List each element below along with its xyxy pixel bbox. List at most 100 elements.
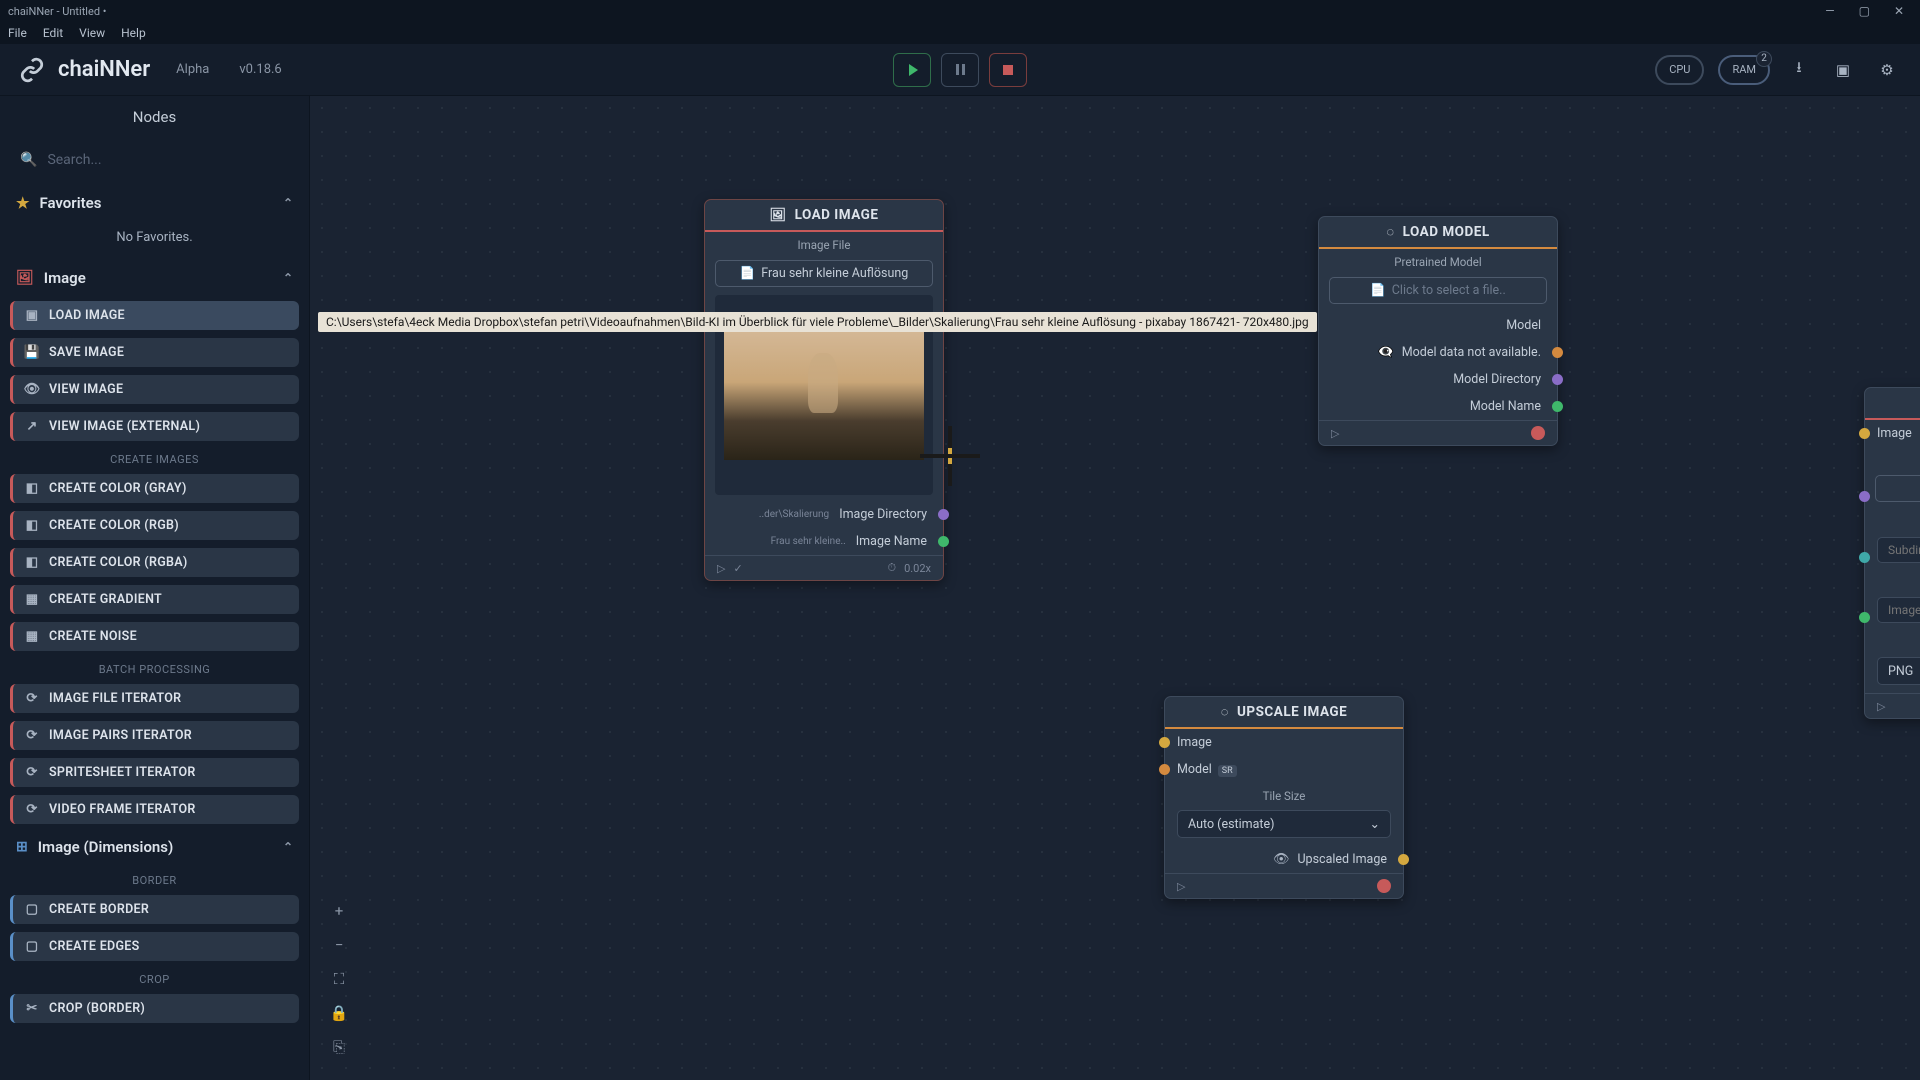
- no-favorites-label: No Favorites.: [8, 222, 301, 259]
- extension-select[interactable]: PNG⌄: [1877, 657, 1920, 685]
- menu-view[interactable]: View: [79, 26, 105, 40]
- search-input[interactable]: [47, 152, 289, 168]
- camera-icon[interactable]: ▣: [1828, 55, 1858, 85]
- output-port[interactable]: [1552, 401, 1563, 412]
- output-port[interactable]: [1398, 854, 1409, 865]
- image-icon: 🖼: [16, 270, 34, 286]
- input-port[interactable]: [1859, 612, 1870, 623]
- menubar: File Edit View Help: [0, 22, 1920, 44]
- section-image[interactable]: 🖼 Image ⌃: [8, 259, 301, 297]
- sidebar-item-create-border[interactable]: ▢CREATE BORDER: [10, 895, 299, 924]
- input-port[interactable]: [1859, 491, 1870, 502]
- model-select-button[interactable]: 📄Click to select a file..: [1329, 277, 1547, 304]
- sidebar-item-view-image[interactable]: 👁VIEW IMAGE: [10, 375, 299, 404]
- zoom-out-button[interactable]: −: [326, 932, 352, 958]
- sidebar-item-spritesheet-iterator[interactable]: ⟳SPRITESHEET ITERATOR: [10, 758, 299, 787]
- visibility-icon[interactable]: 👁: [1273, 852, 1290, 867]
- image-icon: 🖼: [770, 208, 787, 223]
- tab-nodes[interactable]: Nodes: [8, 96, 301, 136]
- dimensions-icon: ⊞: [16, 839, 28, 855]
- node-upscale-image[interactable]: ◌UPSCALE IMAGE Image ModelSR Tile Size A…: [1164, 696, 1404, 899]
- pause-button[interactable]: [941, 53, 979, 87]
- node-load-model[interactable]: ◌LOAD MODEL Pretrained Model 📄Click to s…: [1318, 216, 1558, 446]
- ram-usage-pill: RAM2: [1718, 55, 1770, 85]
- settings-icon[interactable]: ⚙: [1872, 55, 1902, 85]
- node-run-icon[interactable]: ▷: [1331, 427, 1339, 440]
- version-label: v0.18.6: [239, 62, 281, 77]
- subsection-border: BORDER: [8, 866, 301, 891]
- input-port[interactable]: [1159, 764, 1170, 775]
- node-load-image[interactable]: 🖼LOAD IMAGE Image File 📄Frau sehr kleine…: [704, 199, 944, 581]
- maximize-button[interactable]: ▢: [1859, 4, 1870, 18]
- fit-view-button[interactable]: ⛶: [326, 966, 352, 992]
- node-run-icon[interactable]: ▷: [1177, 880, 1185, 893]
- subsection-batch: BATCH PROCESSING: [8, 655, 301, 680]
- image-name-input[interactable]: [1877, 597, 1920, 623]
- release-tag: Alpha: [176, 62, 209, 77]
- titlebar: chaiNNer - Untitled • — ▢ ✕: [0, 0, 1920, 22]
- sidebar-item-create-edges[interactable]: ▢CREATE EDGES: [10, 932, 299, 961]
- subdir-input[interactable]: [1877, 537, 1920, 563]
- section-favorites[interactable]: ★ Favorites ⌃: [8, 184, 301, 222]
- menu-edit[interactable]: Edit: [43, 26, 63, 40]
- sidebar-item-create-gradient[interactable]: ▦CREATE GRADIENT: [10, 585, 299, 614]
- menu-file[interactable]: File: [8, 26, 27, 40]
- search-icon: 🔍: [20, 152, 37, 168]
- window-title: chaiNNer - Untitled •: [8, 5, 1825, 18]
- download-icon[interactable]: ⭳: [1784, 55, 1814, 85]
- sidebar-item-crop-border[interactable]: ✂CROP (BORDER): [10, 994, 299, 1023]
- sidebar-item-create-noise[interactable]: ▦CREATE NOISE: [10, 622, 299, 651]
- section-dimensions[interactable]: ⊞ Image (Dimensions) ⌃: [8, 828, 301, 866]
- export-button[interactable]: ⎘: [326, 1034, 352, 1060]
- chevron-up-icon: ⌃: [283, 196, 293, 210]
- output-port[interactable]: [1552, 374, 1563, 385]
- output-port[interactable]: [1552, 347, 1563, 358]
- lock-button[interactable]: 🔒: [326, 1000, 352, 1026]
- node-save-image[interactable]: 💾SAVE IMAGE Image Base Directory 📁Click …: [1864, 387, 1920, 719]
- visibility-off-icon[interactable]: 👁‍🗨: [1378, 345, 1394, 360]
- canvas-controls: + − ⛶ 🔒 ⎘: [326, 898, 352, 1060]
- sidebar: Nodes 🔍 ★ Favorites ⌃ No Favorites. 🖼 Im…: [0, 96, 310, 1080]
- search-box[interactable]: 🔍: [8, 144, 301, 176]
- app-name: chaiNNer: [58, 57, 150, 82]
- sidebar-item-view-image-external[interactable]: ↗VIEW IMAGE (EXTERNAL): [10, 412, 299, 441]
- canvas[interactable]: C:\Users\stefa\4eck Media Dropbox\stefan…: [310, 96, 1920, 1080]
- chevron-up-icon: ⌃: [283, 840, 293, 854]
- subsection-crop: CROP: [8, 965, 301, 990]
- subsection-create-images: CREATE IMAGES: [8, 445, 301, 470]
- zoom-in-button[interactable]: +: [326, 898, 352, 924]
- warning-badge: [1531, 426, 1545, 440]
- sidebar-item-pairs-iterator[interactable]: ⟳IMAGE PAIRS ITERATOR: [10, 721, 299, 750]
- toolbar: chaiNNer Alpha v0.18.6 CPU RAM2 ⭳ ▣ ⚙: [0, 44, 1920, 96]
- sidebar-item-create-rgb[interactable]: ◧CREATE COLOR (RGB): [10, 511, 299, 540]
- node-run-icon[interactable]: ▷: [717, 562, 725, 575]
- input-port[interactable]: [1859, 428, 1870, 439]
- sidebar-item-create-gray[interactable]: ◧CREATE COLOR (GRAY): [10, 474, 299, 503]
- sidebar-item-create-rgba[interactable]: ◧CREATE COLOR (RGBA): [10, 548, 299, 577]
- input-port[interactable]: [1159, 737, 1170, 748]
- loading-icon: ◌: [1386, 224, 1394, 240]
- loading-icon: ◌: [1221, 704, 1229, 720]
- input-port[interactable]: [1859, 552, 1870, 563]
- cpu-usage-pill: CPU: [1655, 55, 1704, 85]
- sidebar-item-load-image[interactable]: ▣LOAD IMAGE: [10, 301, 299, 330]
- output-port[interactable]: [938, 536, 949, 547]
- close-button[interactable]: ✕: [1894, 4, 1904, 18]
- sidebar-item-video-iterator[interactable]: ⟳VIDEO FRAME ITERATOR: [10, 795, 299, 824]
- base-dir-button[interactable]: 📁Click to select...: [1875, 475, 1920, 502]
- sidebar-item-save-image[interactable]: 💾SAVE IMAGE: [10, 338, 299, 367]
- chevron-down-icon: ⌄: [1370, 816, 1380, 832]
- menu-help[interactable]: Help: [121, 26, 146, 40]
- minimize-button[interactable]: —: [1825, 4, 1834, 18]
- stop-button[interactable]: [989, 53, 1027, 87]
- node-run-icon[interactable]: ▷: [1877, 700, 1885, 713]
- run-button[interactable]: [893, 53, 931, 87]
- sidebar-item-file-iterator[interactable]: ⟳IMAGE FILE ITERATOR: [10, 684, 299, 713]
- file-select-button[interactable]: 📄Frau sehr kleine Auflösung: [715, 260, 933, 287]
- star-icon: ★: [16, 194, 29, 212]
- output-port[interactable]: [938, 509, 949, 520]
- path-tooltip: C:\Users\stefa\4eck Media Dropbox\stefan…: [318, 312, 1317, 332]
- tile-size-select[interactable]: Auto (estimate)⌄: [1177, 810, 1391, 838]
- app-logo-icon: [18, 56, 46, 84]
- warning-badge: [1377, 879, 1391, 893]
